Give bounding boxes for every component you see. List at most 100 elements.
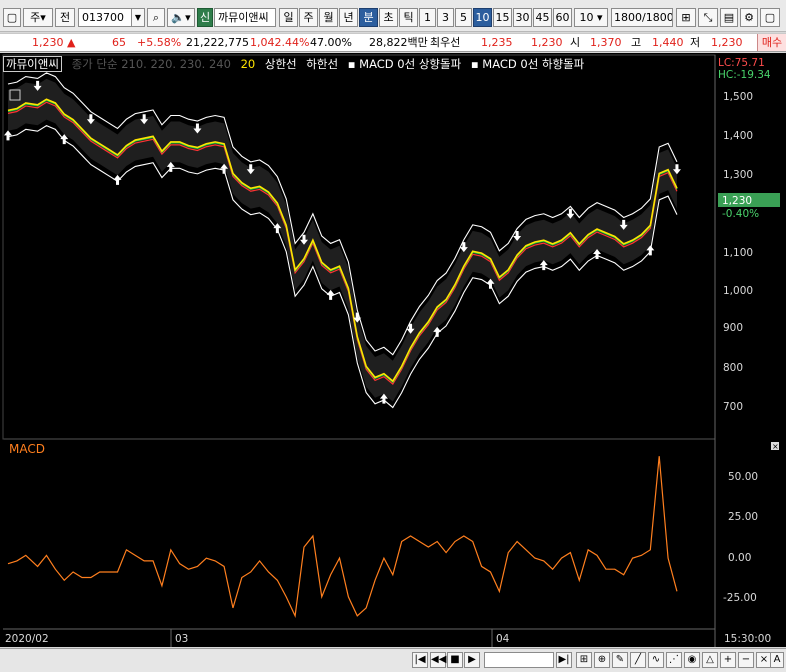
low-price: 1,230 [711, 36, 743, 49]
interval-45[interactable]: 45 [533, 8, 552, 27]
buy-signal-arrow [4, 130, 12, 141]
bell-icon[interactable]: △ [702, 652, 718, 668]
lc-label: LC:75.71 [718, 57, 765, 69]
layout-icon[interactable]: ▢ [760, 8, 780, 27]
interval-select[interactable]: 10 ▾ [574, 8, 608, 27]
interval-3[interactable]: 3 [437, 8, 454, 27]
zoom-tool-icon[interactable]: ⊞ [576, 652, 592, 668]
buy-signal-arrow [326, 289, 335, 300]
period-tick[interactable]: 틱 [399, 8, 418, 27]
chart-legend: 까뮤이앤씨 종가 단순 210. 220. 230. 240 20 상한선 하한… [3, 56, 585, 72]
scroll-track[interactable] [484, 652, 554, 668]
chart-canvas[interactable]: 1,500 1,400 1,300 1,100 1,000 900 800 70… [0, 53, 786, 647]
chart-toolbar: ▢ 주▾ 전 013700 ▼ ⌕ 🔈▾ 신 까뮤이앤씨 일 주 월 년 분 초… [0, 0, 786, 32]
interval-1[interactable]: 1 [419, 8, 436, 27]
current-price-tag-text: 1,230 [722, 195, 752, 207]
play-icon[interactable]: ▶ [464, 652, 480, 668]
save-icon[interactable]: ▤ [720, 8, 738, 27]
stock-name[interactable]: 까뮤이앤씨 [214, 8, 276, 27]
zoom-out-icon[interactable]: − [738, 652, 754, 668]
x-label-mar: 03 [175, 633, 188, 645]
speaker-icon[interactable]: 🔈▾ [167, 8, 195, 27]
volume-ratio: 1,042.44% [250, 36, 310, 49]
line-tool-icon[interactable]: ╱ [630, 652, 646, 668]
interval-60[interactable]: 60 [553, 8, 572, 27]
period-month[interactable]: 월 [319, 8, 338, 27]
scroll-next-icon[interactable]: ▶| [556, 652, 572, 668]
price-tick-1000: 1,000 [723, 285, 753, 297]
period-second[interactable]: 초 [379, 8, 398, 27]
interval-10[interactable]: 10 [473, 8, 492, 27]
x-label-feb: 2020/02 [5, 633, 49, 645]
x-label-apr: 04 [496, 633, 510, 645]
macd-title: MACD [9, 442, 45, 456]
legend-ma-label: 종가 단순 210. 220. 230. 240 [71, 57, 231, 71]
macd-tick-25: 25.00 [728, 511, 758, 523]
x-time-label: 15:30:00 [724, 633, 771, 645]
period-year[interactable]: 년 [339, 8, 358, 27]
scroll-prev-icon[interactable]: ◀◀ [430, 652, 446, 668]
interval-15[interactable]: 15 [493, 8, 512, 27]
current-price-pct: -0.40% [722, 208, 759, 220]
price-change-pct: +5.58% [137, 36, 182, 49]
cross-tool-icon[interactable]: ⊕ [594, 652, 610, 668]
draw-tool-icon[interactable]: ✎ [612, 652, 628, 668]
period-week[interactable]: 주 [299, 8, 318, 27]
price-y-axis: 1,500 1,400 1,300 1,100 1,000 900 800 70… [718, 57, 780, 413]
scroll-first-icon[interactable]: |◀ [412, 652, 428, 668]
high-label: 고 [631, 36, 642, 49]
low-label: 저 [690, 36, 701, 49]
trade-amount: 28,822백만 [369, 36, 428, 49]
open-label: 시 [570, 36, 581, 49]
price-change: 65 [112, 36, 126, 49]
stop-icon[interactable]: ■ [447, 652, 463, 668]
macd-line [7, 456, 678, 618]
wave-tool-icon[interactable]: ∿ [648, 652, 664, 668]
high-price: 1,440 [652, 36, 684, 49]
period-day[interactable]: 일 [279, 8, 298, 27]
fan-tool-icon[interactable]: ⋰ [666, 652, 682, 668]
legend-macd-up: ▪ MACD 0선 상향돌파 [347, 57, 462, 71]
count-input[interactable]: 1800/1800 [611, 8, 673, 27]
legend-upper-limit: 상한선 [264, 57, 297, 71]
buy-button[interactable]: 매수 [757, 34, 786, 51]
hc-label: HC:-19.34 [718, 69, 771, 81]
gear-icon[interactable]: ⚙ [740, 8, 758, 27]
search-icon[interactable]: ⌕ [147, 8, 165, 27]
macd-tick-0: 0.00 [728, 552, 751, 564]
chart-draw-icon[interactable]: ⤡ [698, 8, 718, 27]
macd-line-group [7, 456, 678, 618]
code-dropdown-icon[interactable]: ▼ [131, 8, 145, 27]
volume: 21,222,775 [186, 36, 249, 49]
macd-tick-neg25: -25.00 [723, 592, 757, 604]
interval-5[interactable]: 5 [455, 8, 472, 27]
price-tick-1100: 1,100 [723, 247, 753, 259]
macd-close-glyph: × [772, 442, 779, 451]
price-tick-800: 800 [723, 362, 743, 374]
market-select[interactable]: 주▾ [23, 8, 53, 27]
bottom-toolbar: |◀ ◀◀ ■ ▶ ▶| ⊞ ⊕ ✎ ╱ ∿ ⋰ ◉ △ + − × A [0, 648, 786, 672]
macd-tick-50: 50.00 [728, 471, 758, 483]
macd-y-axis: 50.00 25.00 0.00 -25.00 [723, 471, 758, 604]
price-tick-1400: 1,400 [723, 130, 753, 142]
legend-ma20: 20 [240, 57, 256, 71]
price-tick-1500: 1,500 [723, 91, 753, 103]
font-size-icon[interactable]: A [770, 652, 784, 668]
sin-badge: 신 [197, 8, 213, 27]
price-lines [7, 72, 678, 409]
ask-price: 1,235 [481, 36, 513, 49]
legend-stock-name[interactable]: 까뮤이앤씨 [3, 56, 62, 72]
tool-icon[interactable]: ⊞ [676, 8, 696, 27]
buy-signal-arrow [113, 174, 122, 185]
turnover-pct: 47.00% [310, 36, 352, 49]
chart-type-icon[interactable]: ▢ [3, 8, 21, 27]
upper-band-line [7, 72, 678, 356]
legend-macd-down: ▪ MACD 0선 하향돌파 [470, 57, 585, 71]
interval-30[interactable]: 30 [513, 8, 532, 27]
period-minute[interactable]: 분 [359, 8, 378, 27]
current-price: 1,230 ▲ [32, 36, 76, 49]
camera-icon[interactable]: ◉ [684, 652, 700, 668]
zoom-in-icon[interactable]: + [720, 652, 736, 668]
view-toggle[interactable]: 전 [55, 8, 75, 27]
open-price: 1,370 [590, 36, 622, 49]
